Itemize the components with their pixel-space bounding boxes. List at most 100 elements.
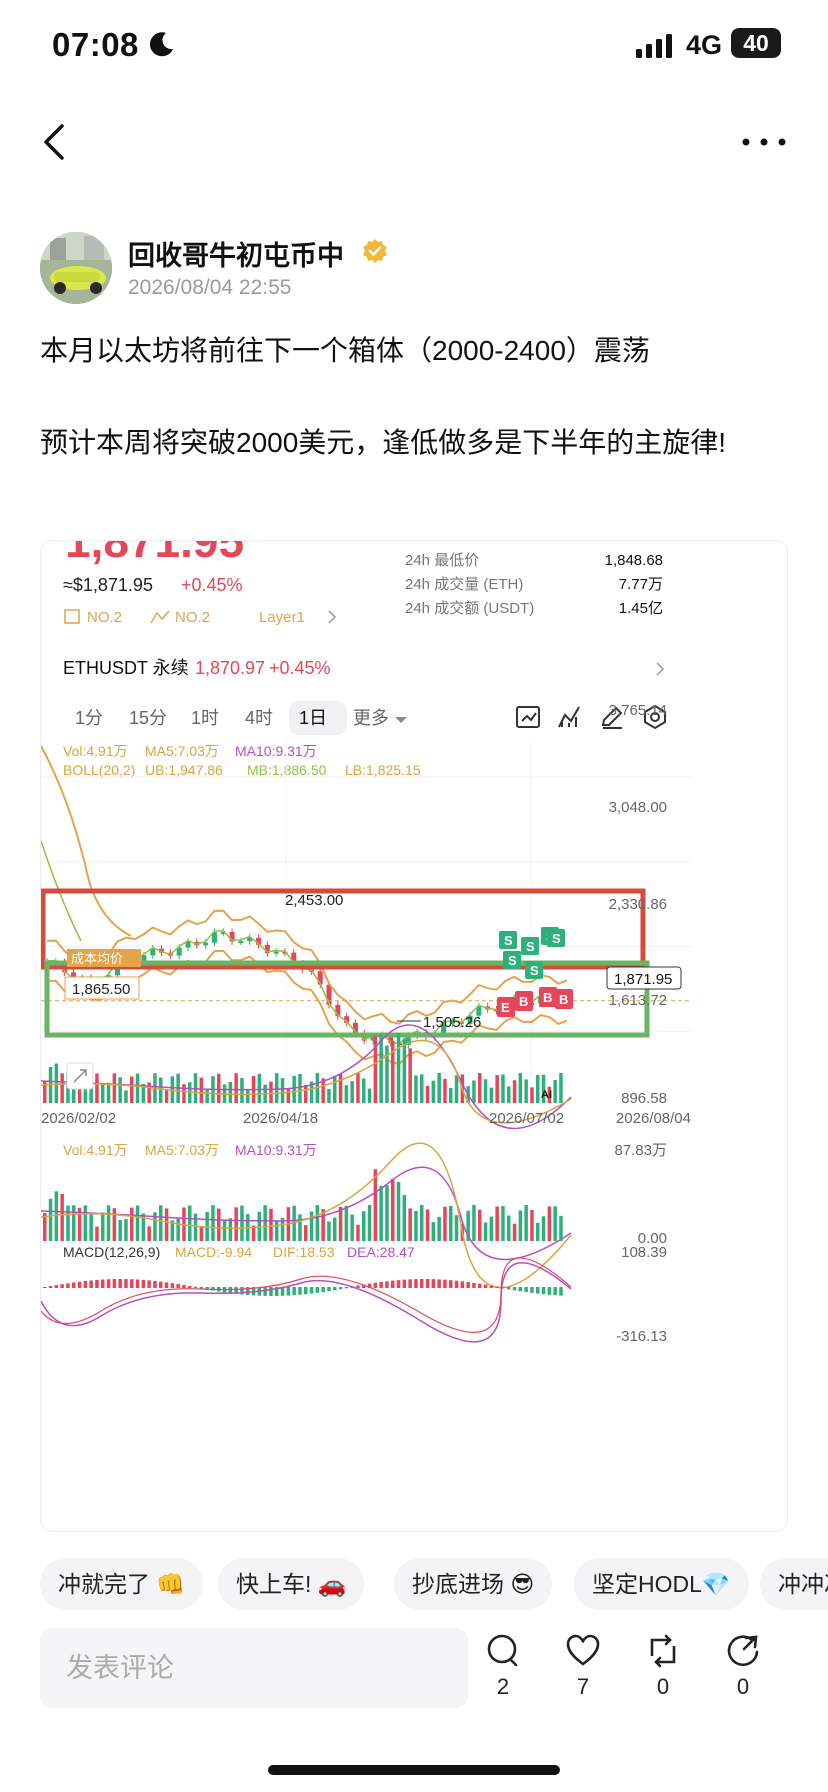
dea-value: DEA:28.47	[347, 1244, 415, 1260]
sell-marker-label: S	[504, 933, 513, 948]
volume-bar	[48, 1198, 53, 1241]
macd-bar	[164, 1282, 169, 1288]
macd-bar	[118, 1279, 122, 1288]
x-axis-label: 2026/04/18	[243, 1110, 318, 1127]
ellipsis-icon[interactable]	[740, 132, 788, 152]
volume-bar	[234, 1073, 238, 1103]
reaction-chip[interactable]: 坚定HODL💎	[574, 1558, 749, 1610]
macd-bar	[373, 1282, 378, 1288]
high-label: 2,453.00	[285, 892, 343, 909]
action-count: 7	[576, 1674, 590, 1699]
volume-bar	[118, 1077, 122, 1103]
macd-bar	[153, 1280, 157, 1288]
volume-bar	[257, 1073, 262, 1103]
volume-bar	[367, 1088, 372, 1103]
home-indicator	[268, 1765, 560, 1775]
tab-timeframe: 1分	[75, 708, 103, 728]
volume-bar	[483, 1079, 488, 1103]
volume-bar	[130, 1076, 134, 1103]
sell-marker-label: S	[530, 963, 539, 978]
y-axis-label: 1,613.72	[609, 992, 667, 1009]
share-button[interactable]: 0	[718, 1634, 768, 1714]
volume-bar	[228, 1218, 233, 1241]
chart-image[interactable]: 1,871.95 ≈$1,871.95 +0.45% NO.2 NO.2 Lay…	[40, 540, 788, 1532]
volume-bar	[193, 1213, 198, 1241]
vol-ma10-label: MA10:9.31万	[235, 1142, 317, 1158]
heart-button[interactable]: 7	[558, 1634, 608, 1714]
volume-bar	[489, 1216, 494, 1241]
volume-bar	[367, 1205, 372, 1241]
volume-bar	[327, 1088, 331, 1103]
volume-bar	[547, 1206, 552, 1241]
chevron-left-icon[interactable]	[40, 122, 68, 162]
dif-value: DIF:18.53	[273, 1244, 335, 1260]
volume-bar	[217, 1073, 221, 1103]
x-axis-label: 2026/07/02	[489, 1110, 564, 1127]
macd-bar	[512, 1287, 517, 1291]
reaction-chip[interactable]: 冲冲冲	[760, 1558, 828, 1610]
volume-bar	[373, 1169, 378, 1241]
author-name[interactable]: 回收哥牛初屯币中	[128, 234, 344, 273]
comment-button[interactable]: 2	[478, 1634, 528, 1714]
macd-params: MACD(12,26,9)	[63, 1244, 160, 1260]
macd-bar	[507, 1287, 511, 1290]
ind-boll: BOLL(20,2)	[63, 762, 135, 778]
volume-bar	[106, 1205, 111, 1241]
volume-bar	[60, 1073, 64, 1103]
candle-body	[238, 941, 244, 944]
macd-bar	[472, 1282, 476, 1288]
volume-bar	[449, 1206, 453, 1241]
ind-ma5: MA5:7.03万	[145, 743, 219, 759]
comment-input[interactable]: 发表评论	[40, 1628, 468, 1708]
volume-bar	[454, 1075, 459, 1103]
repost-button[interactable]: 0	[638, 1634, 688, 1714]
volume-bar	[414, 1075, 418, 1103]
volume-bar	[130, 1207, 134, 1241]
reaction-chip[interactable]: 冲就完了 👊	[40, 1558, 204, 1610]
sell-marker-label: S	[552, 931, 561, 946]
entry-marker-label: E	[501, 1000, 510, 1015]
caret-down-icon	[395, 717, 407, 723]
volume-bar	[315, 1205, 320, 1241]
volume-bar	[333, 1075, 337, 1103]
macd-bar	[141, 1279, 146, 1288]
macd-bar	[536, 1287, 540, 1294]
reaction-chip[interactable]: 抄底进场 😎	[394, 1558, 553, 1610]
macd-bar	[495, 1286, 499, 1288]
volume-bar	[356, 1224, 360, 1241]
macd-bar	[292, 1287, 296, 1296]
macd-bar	[147, 1280, 151, 1288]
pair-change: +0.45%	[269, 658, 331, 678]
chart-svg: 1,871.95 ≈$1,871.95 +0.45% NO.2 NO.2 Lay…	[41, 541, 691, 1345]
volume-bar	[95, 1226, 99, 1241]
tab-timeframe: 1日	[299, 708, 327, 728]
stat-label: 24h 成交量 (ETH)	[405, 575, 523, 593]
volume-bar	[327, 1221, 331, 1241]
volume-bar	[425, 1209, 430, 1241]
y-axis-label: 2,330.86	[609, 896, 667, 913]
macd-bar	[112, 1279, 117, 1288]
volume-bar	[472, 1080, 476, 1103]
macd-bar	[95, 1279, 99, 1288]
rank-icon	[64, 609, 80, 624]
volume-bar	[182, 1084, 186, 1103]
trend-icon	[150, 610, 170, 624]
volume-bar	[402, 1194, 407, 1241]
volume-bar	[66, 1205, 70, 1241]
reaction-chip[interactable]: 快上车! 🚗	[218, 1558, 365, 1610]
volume-bar	[217, 1208, 221, 1241]
ind-lb: LB:1,825.15	[345, 762, 421, 778]
macd-bar	[43, 1287, 47, 1288]
volume-bar	[263, 1205, 267, 1241]
avatar[interactable]	[40, 232, 112, 304]
y-axis-label: 3,765.14	[609, 702, 667, 719]
volume-bar	[408, 1048, 412, 1103]
macd-bar	[356, 1285, 360, 1288]
macd-bar	[391, 1280, 395, 1288]
macd-bar	[304, 1287, 308, 1295]
moon-icon	[149, 32, 173, 57]
tab-timeframe: 更多	[353, 708, 389, 728]
rank-2: NO.2	[175, 609, 210, 626]
macd-y-max: 108.39	[621, 1244, 667, 1261]
price-plot: 2,453.00成本均价1,865.501,505.261,871.95S SSS…	[41, 741, 691, 1130]
